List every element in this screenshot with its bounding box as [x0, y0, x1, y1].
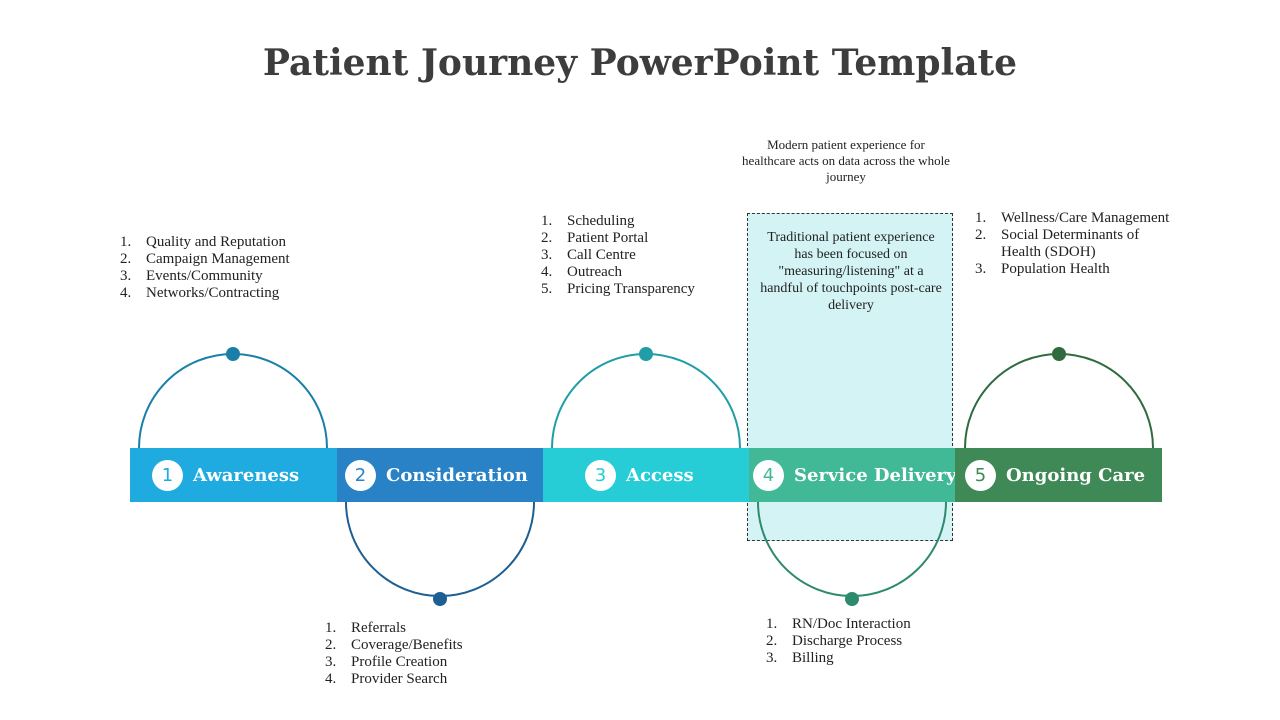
list-item: 3. Population Health [975, 261, 1110, 277]
list-item: 4. Networks/Contracting [120, 285, 280, 301]
stage-number-badge: 2 [345, 459, 376, 491]
stage-label: Awareness [193, 464, 300, 486]
arc-service-delivery [757, 501, 947, 597]
stage-awareness: 1 Awareness [130, 448, 337, 502]
stage-service-delivery: 4 Service Delivery [749, 448, 957, 502]
consideration-list: 1. Referrals 2. Coverage/Benefits 3. Profil… [325, 620, 463, 688]
list-item: 1. Quality and Reputation [120, 234, 286, 250]
list-item: 1. RN/Doc Interaction [766, 616, 911, 632]
arc-ongoing-care [964, 353, 1154, 449]
list-item: 2. Campaign Management [120, 251, 290, 267]
stage-label: Consideration [386, 464, 528, 486]
list-item: 3. Call Centre [541, 247, 636, 263]
list-item: 3. Events/Community [120, 268, 263, 284]
list-item: 5. Pricing Transparency [541, 281, 695, 297]
arc-access [551, 353, 741, 449]
list-item: 3. Billing [766, 650, 834, 666]
stage-number-badge: 4 [753, 459, 784, 491]
arc-consideration [345, 501, 535, 597]
list-item: 3. Profile Creation [325, 654, 448, 670]
node-consideration [433, 592, 447, 606]
list-item: 2. Social Determinants of Health (SDOH) [975, 227, 1140, 260]
node-ongoing-care [1052, 347, 1066, 361]
node-access [639, 347, 653, 361]
stage-ongoing-care: 5 Ongoing Care [955, 448, 1162, 502]
stage-label: Service Delivery [794, 464, 957, 486]
arc-awareness [138, 353, 328, 449]
awareness-list: 1. Quality and Reputation 2. Campaign Mana… [120, 234, 290, 302]
list-item: 4. Outreach [541, 264, 622, 280]
service-delivery-list: 1. RN/Doc Interaction 2. Discharge Process… [766, 616, 911, 667]
stage-label: Access [626, 464, 694, 486]
list-item: 2. Coverage/Benefits [325, 637, 463, 653]
node-service-delivery [845, 592, 859, 606]
list-item: 1. Scheduling [541, 213, 635, 229]
list-item: 1. Referrals [325, 620, 406, 636]
access-list: 1. Scheduling 2. Patient Portal 3. Call Cen… [541, 213, 695, 298]
list-item: 2. Patient Portal [541, 230, 649, 246]
stage-number-badge: 3 [585, 459, 616, 491]
list-item: 4. Provider Search [325, 671, 448, 687]
ongoing-care-list: 1. Wellness/Care Management 2. Social Dete… [975, 210, 1175, 278]
list-item: 1. Wellness/Care Management [975, 210, 1170, 226]
stage-number-badge: 5 [965, 459, 996, 491]
stage-access: 3 Access [543, 448, 749, 502]
node-awareness [226, 347, 240, 361]
stage-label: Ongoing Care [1006, 464, 1146, 486]
list-item: 2. Discharge Process [766, 633, 903, 649]
stage-consideration: 2 Consideration [337, 448, 543, 502]
stage-number-badge: 1 [152, 459, 183, 491]
journey-arcs [138, 347, 1154, 606]
